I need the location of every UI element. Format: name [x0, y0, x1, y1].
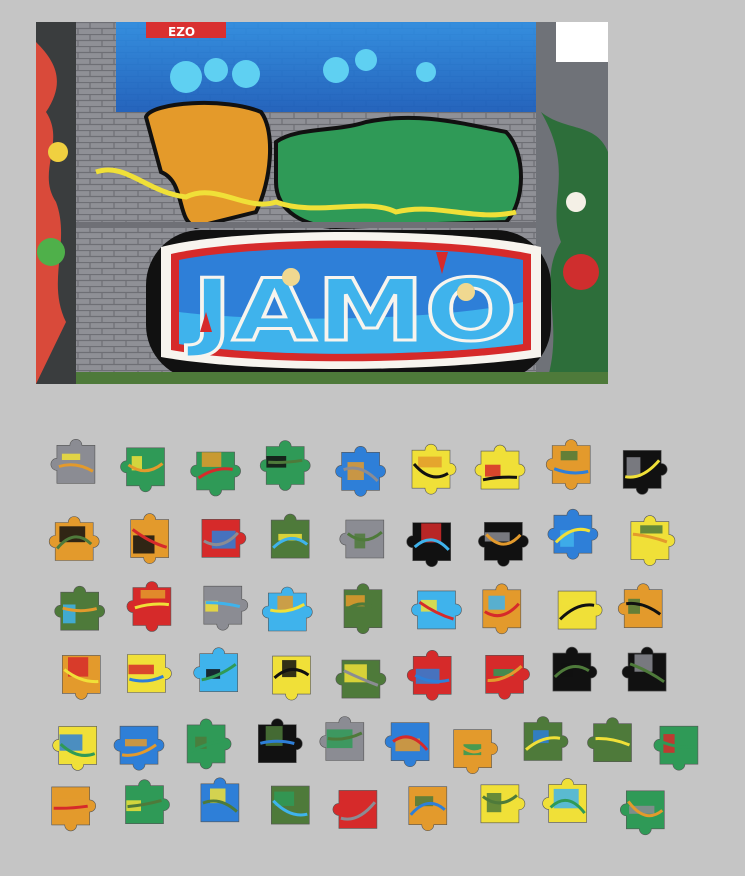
puzzle-piece[interactable]: [339, 519, 385, 559]
puzzle-piece[interactable]: [621, 646, 667, 692]
puzzle-piece[interactable]: [270, 785, 310, 825]
puzzle-piece[interactable]: [50, 439, 96, 484]
puzzle-piece[interactable]: [653, 725, 699, 771]
puzzle-piece[interactable]: [617, 583, 663, 628]
puzzle-piece[interactable]: [335, 659, 387, 699]
puzzle-piece[interactable]: [257, 718, 303, 764]
puzzle-piece[interactable]: [406, 522, 452, 567]
puzzle-piece[interactable]: [453, 729, 498, 774]
puzzle-piece[interactable]: [384, 722, 430, 767]
puzzle-piece[interactable]: [190, 451, 241, 497]
puzzle-piece[interactable]: [545, 439, 591, 490]
puzzle-piece[interactable]: [557, 590, 603, 630]
puzzle-piece[interactable]: [203, 585, 249, 631]
puzzle-piece[interactable]: [48, 516, 100, 561]
puzzle-piece[interactable]: [51, 786, 96, 832]
puzzle-piece[interactable]: [125, 779, 170, 825]
puzzle-piece[interactable]: [542, 778, 587, 823]
puzzle-piece[interactable]: [52, 726, 97, 771]
puzzle-piece[interactable]: [193, 647, 238, 693]
puzzle-piece[interactable]: [272, 655, 311, 701]
svg-text:JAMO: JAMO: [186, 261, 517, 361]
puzzle-piece[interactable]: [270, 513, 310, 559]
svg-text:EZO: EZO: [168, 25, 195, 39]
puzzle-piece[interactable]: [126, 581, 172, 632]
puzzle-piece[interactable]: [62, 655, 101, 700]
puzzle-piece[interactable]: [552, 646, 598, 692]
puzzle-piece[interactable]: [120, 447, 165, 493]
puzzle-piece[interactable]: [485, 654, 530, 700]
puzzle-piece[interactable]: [259, 440, 311, 491]
puzzle-piece[interactable]: [411, 443, 457, 495]
puzzle-piece[interactable]: [343, 583, 383, 634]
puzzle-piece[interactable]: [262, 586, 313, 632]
puzzle-piece[interactable]: [480, 784, 526, 824]
puzzle-piece[interactable]: [478, 522, 529, 567]
puzzle-piece-tray: [48, 439, 699, 836]
puzzle-piece[interactable]: [201, 519, 247, 558]
puzzle-piece[interactable]: [130, 513, 169, 564]
puzzle-piece[interactable]: [411, 590, 462, 630]
puzzle-piece[interactable]: [200, 777, 240, 823]
puzzle-piece[interactable]: [113, 725, 165, 771]
puzzle-piece[interactable]: [319, 716, 365, 761]
puzzle-piece[interactable]: [408, 786, 448, 831]
puzzle-piece[interactable]: [54, 585, 105, 631]
puzzle-piece[interactable]: [523, 716, 569, 761]
puzzle-piece[interactable]: [332, 790, 378, 829]
puzzle-piece[interactable]: [587, 717, 632, 763]
puzzle-board-image: EZO JAMO: [36, 22, 608, 384]
puzzle-piece[interactable]: [406, 650, 452, 701]
puzzle-piece[interactable]: [186, 718, 232, 770]
puzzle-piece[interactable]: [127, 654, 172, 693]
puzzle-piece[interactable]: [482, 583, 522, 635]
puzzle-piece[interactable]: [335, 446, 386, 497]
puzzle-piece[interactable]: [474, 444, 526, 490]
puzzle-piece[interactable]: [622, 450, 668, 495]
puzzle-piece[interactable]: [547, 508, 599, 560]
puzzle-piece[interactable]: [620, 790, 665, 836]
puzzle-piece[interactable]: [630, 515, 676, 566]
